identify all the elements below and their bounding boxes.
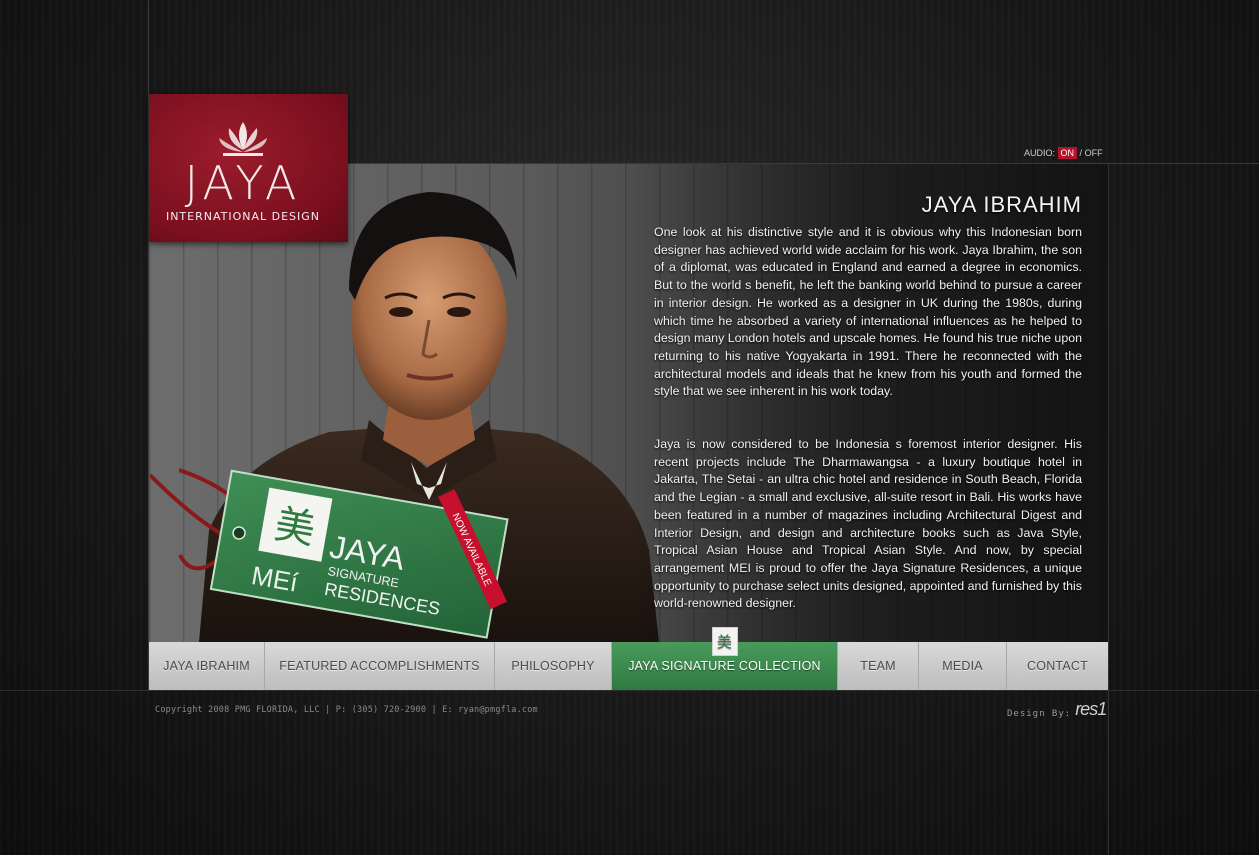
nav-jaya-signature-collection[interactable]: JAYA SIGNATURE COLLECTION 美 <box>612 627 838 690</box>
logo-subtitle: INTERNATIONAL DESIGN <box>165 210 321 223</box>
bio-paragraph-1: One look at his distinctive style and it… <box>654 225 1082 399</box>
mei-glyph: 美 <box>271 501 318 553</box>
nav-jaya-ibrahim[interactable]: JAYA IBRAHIM <box>149 642 265 690</box>
audio-label: AUDIO: <box>1024 148 1056 158</box>
signature-residences-tag[interactable]: 美 MEí JAYA SIGNATURE RESIDENCES NOW AVAI… <box>150 455 510 640</box>
design-by-label: Design By: <box>1007 709 1072 719</box>
nav-featured-accomplishments[interactable]: FEATURED ACCOMPLISHMENTS <box>265 642 495 690</box>
design-credit[interactable]: Design By: res1 <box>1007 699 1107 720</box>
audio-separator: / <box>1079 148 1083 158</box>
main-navigation: JAYA IBRAHIM FEATURED ACCOMPLISHMENTS PH… <box>149 627 1108 690</box>
lotus-icon <box>219 122 267 156</box>
nav-contact[interactable]: CONTACT <box>1007 642 1108 690</box>
nav-jaya-signature-collection-label: JAYA SIGNATURE COLLECTION <box>628 659 821 673</box>
bio-paragraph-2: Jaya is now considered to be Indonesia s… <box>654 437 1082 611</box>
mei-badge-icon: 美 <box>711 627 738 656</box>
frame-right-line <box>1108 163 1109 855</box>
page-title: JAYA IBRAHIM <box>921 192 1082 217</box>
frame-bottom-line <box>0 690 1259 691</box>
audio-toggle: AUDIO: ON / OFF <box>1024 147 1103 159</box>
audio-on-button[interactable]: ON <box>1057 147 1078 159</box>
footer-copyright: Copyright 2008 PMG FLORIDA, LLC | P: (30… <box>155 705 538 715</box>
logo-brand-text: JAYA <box>184 156 302 210</box>
nav-media[interactable]: MEDIA <box>919 642 1007 690</box>
nav-team[interactable]: TEAM <box>838 642 919 690</box>
nav-philosophy[interactable]: PHILOSOPHY <box>495 642 612 690</box>
designer-logo: res1 <box>1075 699 1107 719</box>
audio-off-button[interactable]: OFF <box>1085 148 1103 158</box>
jaya-logo[interactable]: JAYA INTERNATIONAL DESIGN <box>149 94 348 242</box>
